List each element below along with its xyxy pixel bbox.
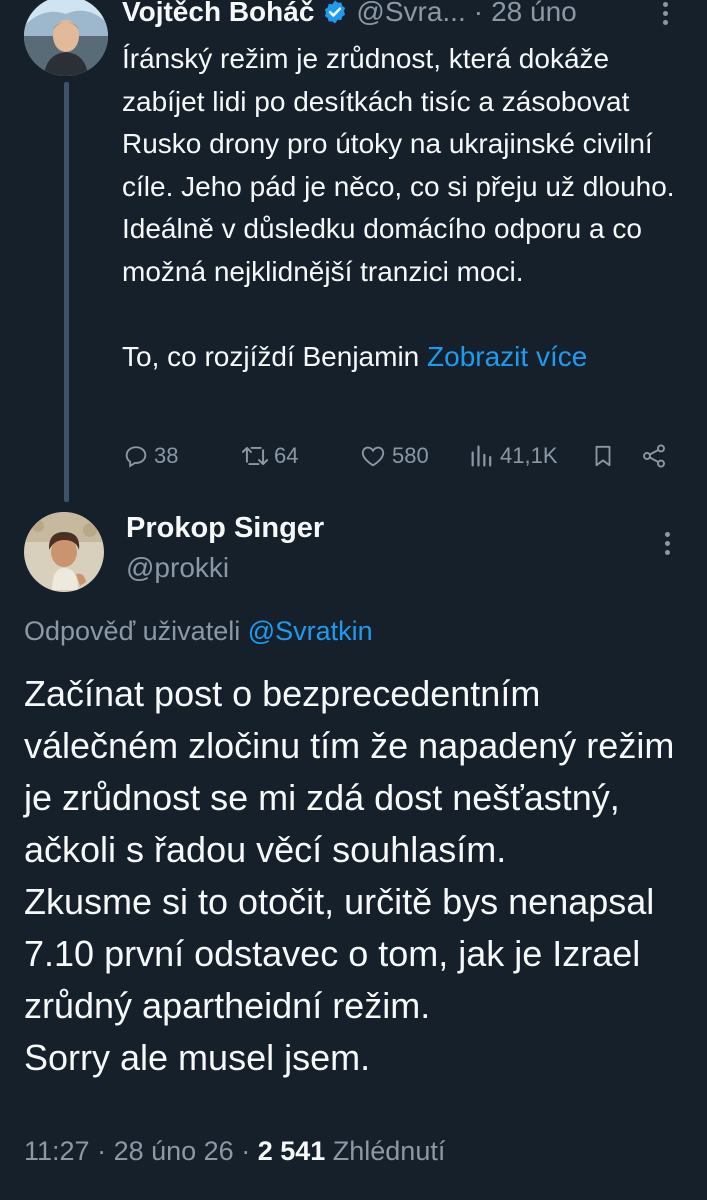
repost-count: 64	[274, 443, 299, 468]
bookmark-icon	[590, 442, 616, 470]
share-button[interactable]	[640, 438, 668, 474]
show-more-link[interactable]: Zobrazit více	[427, 341, 587, 372]
tweet-time[interactable]: 11:27	[24, 1136, 90, 1166]
author-handle[interactable]: @Svra...	[356, 0, 465, 28]
avatar-vojtech[interactable]	[24, 0, 108, 76]
thread-line	[64, 82, 69, 502]
avatar-prokop[interactable]	[24, 512, 104, 592]
more-vertical-icon[interactable]	[662, 532, 672, 559]
meta-separator: ·	[233, 1136, 258, 1166]
dot-separator: ·	[473, 0, 484, 27]
views-button[interactable]: 41,1K	[468, 438, 558, 474]
like-count: 580	[392, 443, 429, 468]
repost-button[interactable]: 64	[240, 438, 298, 474]
views-label: Zhlédnutí	[325, 1136, 446, 1166]
views-count: 41,1K	[500, 443, 558, 468]
views-icon	[468, 442, 496, 470]
reply-count: 38	[154, 443, 179, 468]
more-vertical-icon[interactable]	[660, 2, 670, 29]
tweet-date[interactable]: 28 úno	[491, 0, 577, 28]
tweet-text: Začínat post o bezprecedentním válečném …	[24, 673, 675, 1078]
like-button[interactable]: 580	[358, 438, 429, 474]
author-name[interactable]: Prokop Singer	[126, 512, 324, 545]
tweet-actions: 38 64 580 41,1K	[122, 438, 682, 474]
reply-button[interactable]: 38	[122, 438, 178, 474]
tweet-body: Íránský režim je zrůdnost, která dokáže …	[122, 43, 675, 372]
views-count: 2 541	[257, 1136, 326, 1166]
meta-separator: ·	[89, 1136, 114, 1166]
tweet-text: Íránský režim je zrůdnost, která dokáže …	[122, 38, 682, 378]
reply-to-label: Odpověď uživateli	[24, 616, 248, 646]
heart-icon	[358, 442, 388, 470]
reply-to-line: Odpověď uživateli @Svratkin	[24, 616, 373, 647]
reply-mention-link[interactable]: @Svratkin	[248, 616, 373, 646]
repost-icon	[240, 442, 270, 470]
reply-icon	[122, 442, 150, 470]
author-name[interactable]: Vojtěch Boháč	[122, 0, 314, 28]
bookmark-button[interactable]	[590, 438, 616, 474]
verified-badge-icon	[322, 0, 348, 25]
tweet-meta: 11:27 · 28 úno 26 · 2 541 Zhlédnutí	[24, 1136, 445, 1167]
tweet-date[interactable]: 28 úno 26	[114, 1136, 234, 1166]
tweet1-header: Vojtěch Boháč @Svra... · 28 úno	[122, 0, 577, 32]
author-handle[interactable]: @prokki	[126, 552, 229, 584]
share-icon	[640, 442, 668, 470]
